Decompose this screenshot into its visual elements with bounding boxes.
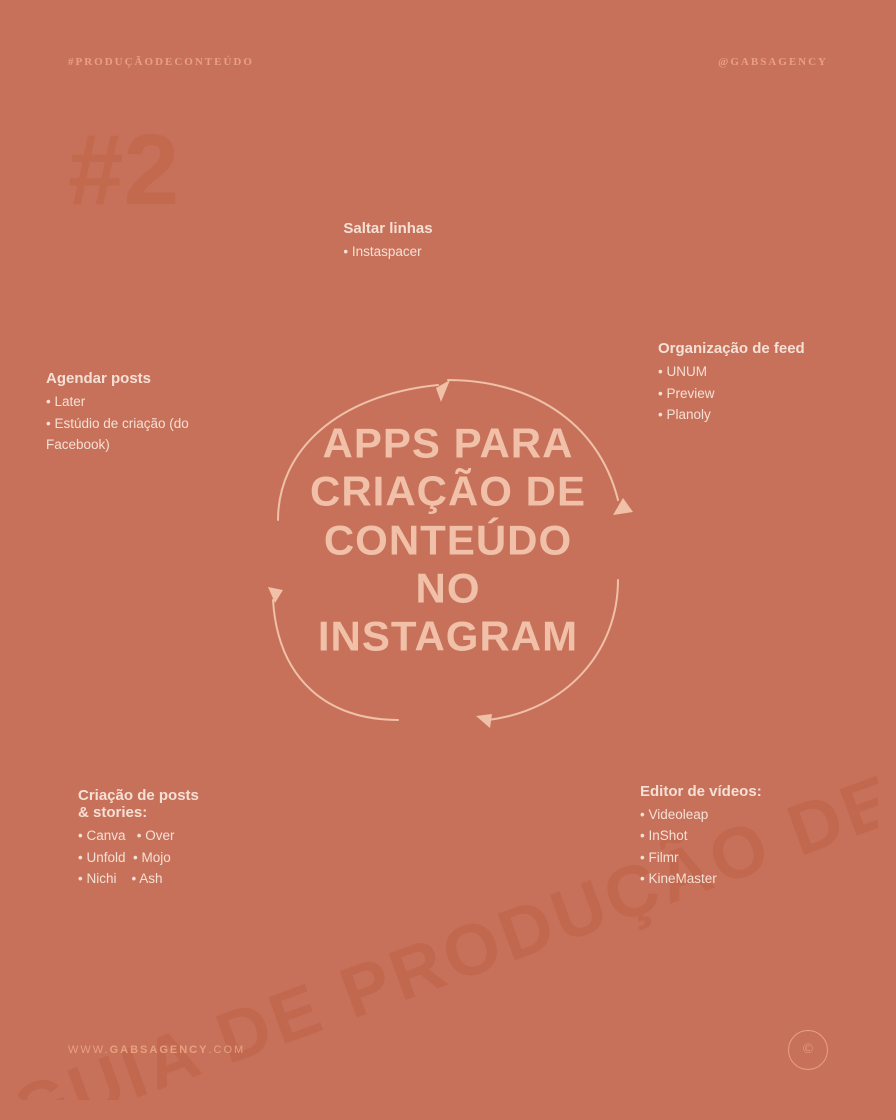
section-organizacao-item-3: • Planoly	[658, 404, 848, 426]
footer-url: WWW.GABSAGENCY.COM	[68, 1044, 245, 1056]
section-criacao-item-2: • Unfold • Mojo	[78, 847, 318, 869]
section-criacao-item-3: • Nichi • Ash	[78, 868, 318, 890]
section-criacao: Criação de posts& stories: • Canva • Ove…	[78, 787, 318, 890]
section-editor-item-4: • KineMaster	[640, 868, 840, 890]
card: GUIA DE PRODUÇÃO DE CONTEÚDO DE #PRODUÇÃ…	[18, 20, 878, 1100]
number-badge: #2	[68, 120, 179, 220]
section-editor-item-2: • InShot	[640, 825, 840, 847]
section-organizacao-item-2: • Preview	[658, 383, 848, 405]
section-criacao-title: Criação de posts& stories:	[78, 787, 318, 821]
section-editor: Editor de vídeos: • Videoleap • InShot •…	[640, 783, 840, 890]
section-agendar-item-1: • Later	[46, 391, 221, 413]
section-saltar-linhas: Saltar linhas • Instaspacer	[343, 220, 432, 263]
section-organizacao-item-1: • UNUM	[658, 361, 848, 383]
footer-circle: ©	[788, 1030, 828, 1070]
section-agendar: Agendar posts • Later • Estúdio de criaç…	[46, 370, 221, 456]
section-agendar-item-2: • Estúdio de criação (do Facebook)	[46, 413, 221, 456]
section-editor-item-3: • Filmr	[640, 847, 840, 869]
center-title: APPS PARA CRIAÇÃO DE CONTEÚDO NO INSTAGR…	[288, 419, 608, 660]
section-agendar-title: Agendar posts	[46, 370, 221, 387]
section-organizacao-title: Organização de feed	[658, 340, 848, 357]
top-bar: #PRODUÇÃODECONTEÚDO @GABSAGENCY	[18, 20, 878, 68]
handle-label: @GABSAGENCY	[718, 56, 828, 68]
section-criacao-item-1: • Canva • Over	[78, 825, 318, 847]
section-saltar-title: Saltar linhas	[343, 220, 432, 237]
section-saltar-item-1: • Instaspacer	[343, 241, 432, 263]
footer-url-bold: GABSAGENCY	[110, 1044, 209, 1056]
main-title: APPS PARA CRIAÇÃO DE CONTEÚDO NO INSTAGR…	[288, 419, 608, 660]
section-editor-item-1: • Videoleap	[640, 804, 840, 826]
hashtag-label: #PRODUÇÃODECONTEÚDO	[68, 56, 254, 68]
section-organizacao: Organização de feed • UNUM • Preview • P…	[658, 340, 848, 426]
section-editor-title: Editor de vídeos:	[640, 783, 840, 800]
footer: WWW.GABSAGENCY.COM ©	[18, 1030, 878, 1070]
